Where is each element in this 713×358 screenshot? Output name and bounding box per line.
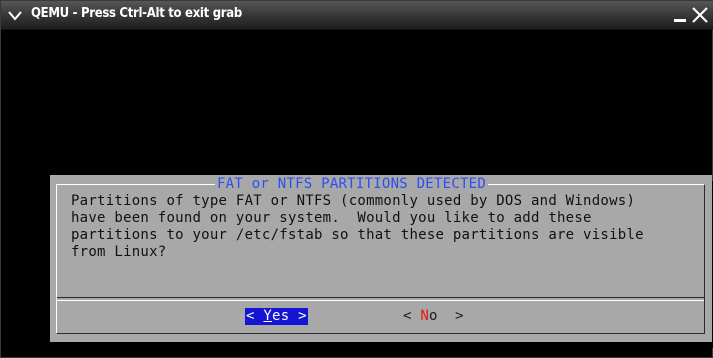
message-line: partitions to your /etc/fstab so that th… — [71, 227, 644, 243]
yes-open-bracket: < — [246, 308, 264, 324]
qemu-window: QEMU - Press Ctrl-Alt to exit grab FAT o… — [0, 0, 713, 358]
dialog-title: FAT or NTFS PARTITIONS DETECTED — [215, 176, 489, 192]
yes-hotkey: Y — [263, 308, 273, 324]
dialog-divider — [57, 297, 704, 301]
no-close-bracket: > — [437, 308, 464, 324]
partition-dialog: FAT or NTFS PARTITIONS DETECTED Partitio… — [50, 175, 712, 342]
message-line: have been found on your system. Would yo… — [71, 210, 592, 226]
window-title: QEMU - Press Ctrl-Alt to exit grab — [31, 6, 242, 21]
no-label-rest: o — [429, 308, 438, 324]
vm-screen[interactable]: FAT or NTFS PARTITIONS DETECTED Partitio… — [5, 30, 713, 355]
title-bar[interactable]: QEMU - Press Ctrl-Alt to exit grab — [1, 1, 713, 30]
no-button[interactable]: < No > — [402, 308, 465, 325]
minimize-icon[interactable] — [673, 7, 687, 23]
message-line: from Linux? — [71, 244, 167, 260]
yes-close-bracket: > — [289, 308, 307, 324]
message-line: Partitions of type FAT or NTFS (commonly… — [71, 193, 636, 209]
dialog-message: Partitions of type FAT or NTFS (commonly… — [71, 193, 644, 261]
no-open-bracket: < — [403, 308, 421, 324]
chevron-down-icon[interactable] — [7, 7, 23, 23]
no-hotkey: N — [420, 308, 430, 324]
yes-button[interactable]: < Yes > — [245, 308, 308, 325]
yes-label-rest: es — [272, 308, 290, 324]
close-icon[interactable] — [691, 6, 709, 24]
